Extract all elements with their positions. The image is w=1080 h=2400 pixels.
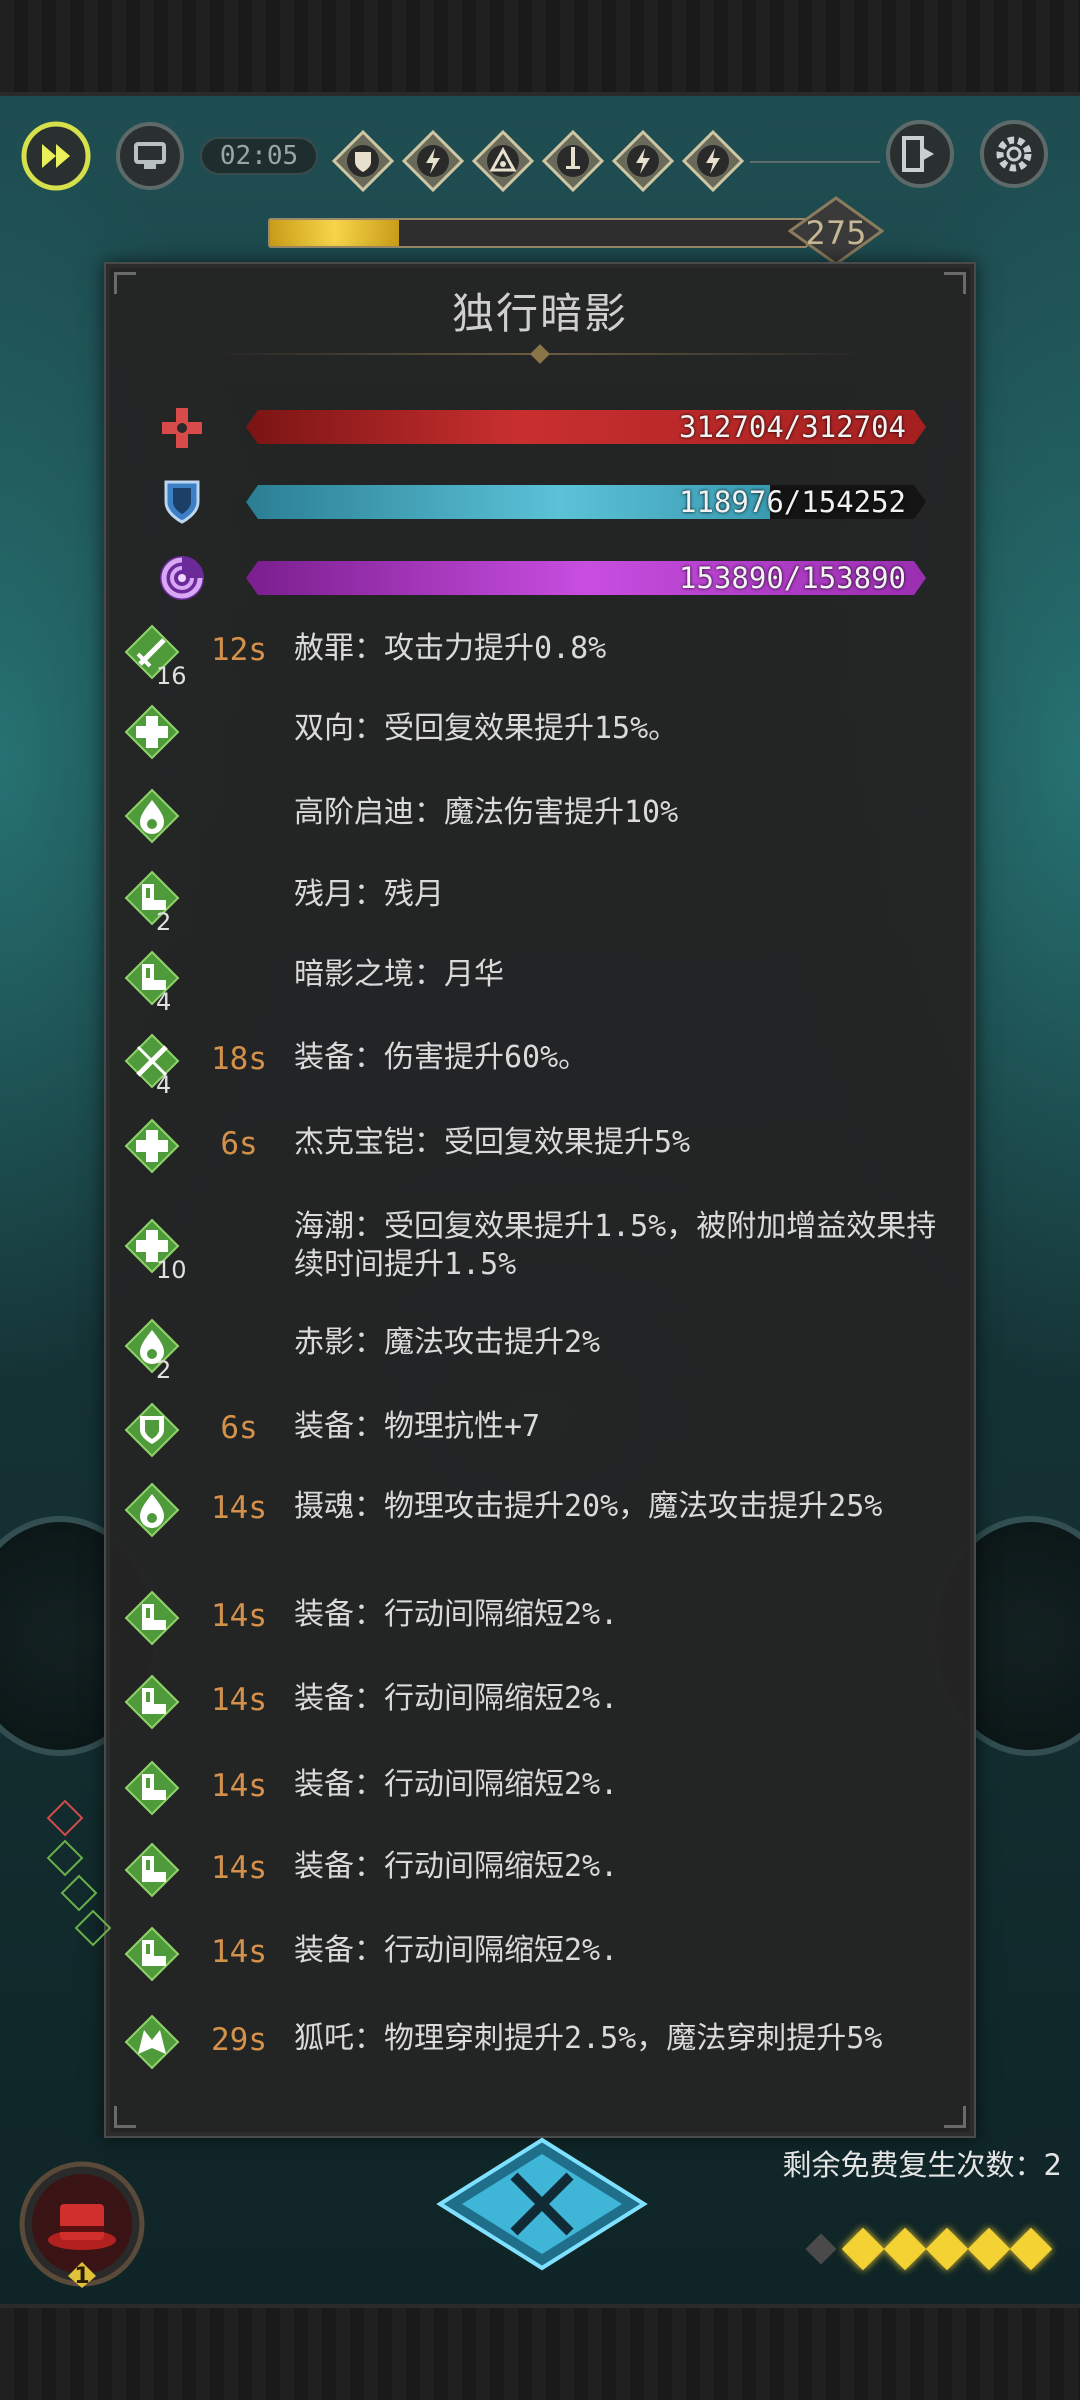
buff-duration: 18s <box>211 1041 267 1077</box>
buff-duration: 14s <box>211 1850 267 1886</box>
exit-button[interactable] <box>884 118 956 190</box>
crossed-swords-close-icon <box>436 2137 648 2271</box>
buff-stack-count: 2 <box>156 1356 172 1384</box>
buff-stack-count: 2 <box>156 908 172 936</box>
buff-description: 赤影：魔法攻击提升2% <box>294 1325 601 1360</box>
boot-buff-icon <box>124 1674 180 1730</box>
buff-duration: 6s <box>220 1410 258 1446</box>
boot-buff-icon <box>124 1590 180 1646</box>
fast-forward-button[interactable] <box>20 120 92 192</box>
eye-rune-icon[interactable] <box>471 129 535 193</box>
lightning-rune-icon[interactable] <box>681 129 745 193</box>
settings-button[interactable] <box>978 118 1050 190</box>
boot-buff-icon <box>124 950 180 1006</box>
boot-buff-icon <box>124 1842 180 1898</box>
buff-description: 高阶启迪：魔法伤害提升10% <box>294 795 679 830</box>
experience-bar <box>268 218 808 248</box>
buff-description: 装备：物理抗性+7 <box>294 1409 541 1444</box>
mana-swirl-icon <box>156 552 208 604</box>
panel-corner <box>114 2106 136 2128</box>
buff-duration: 29s <box>211 2022 267 2058</box>
buff-description: 残月：残月 <box>294 877 444 912</box>
buff-description: 赦罪：攻击力提升0.8% <box>294 631 607 666</box>
health-bar: 312704/312704 <box>246 410 926 444</box>
hero-skill-button[interactable]: 1 <box>16 2158 148 2290</box>
panel-corner <box>944 2106 966 2128</box>
shield-bar: 118976/154252 <box>246 485 926 519</box>
buff-duration: 12s <box>211 632 267 668</box>
gear-icon <box>980 120 1048 188</box>
buff-stack-count: 4 <box>156 988 172 1016</box>
shield-buff-icon <box>124 1402 180 1458</box>
magic-flame-buff-icon <box>124 1318 180 1374</box>
buff-duration: 6s <box>220 1126 258 1162</box>
magic-flame-buff-icon <box>124 788 180 844</box>
panel-title: 独行暗影 <box>451 289 628 338</box>
buff-description: 装备：行动间隔缩短2%. <box>294 1933 619 1968</box>
shield-rune-icon[interactable] <box>331 129 395 193</box>
slash-buff-icon <box>124 1033 180 1089</box>
buff-duration: 14s <box>211 1598 267 1634</box>
boot-buff-icon <box>124 870 180 926</box>
boot-buff-icon <box>124 1760 180 1816</box>
buff-description: 狐吒：物理穿刺提升2.5%，魔法穿刺提升5% <box>294 2021 883 2056</box>
buff-duration: 14s <box>211 1768 267 1804</box>
skill-badge-count: 1 <box>74 2264 90 2289</box>
buff-duration: 14s <box>211 1934 267 1970</box>
buff-stack-count: 16 <box>156 662 187 690</box>
health-cross-icon <box>156 402 208 454</box>
level-number: 275 <box>805 214 867 252</box>
buff-description: 装备：行动间隔缩短2%. <box>294 1849 619 1884</box>
monitor-icon <box>116 122 184 190</box>
buff-stack-count: 10 <box>156 1256 187 1284</box>
buff-description: 装备：伤害提升60%。 <box>294 1040 589 1075</box>
buff-description: 装备：行动间隔缩短2%. <box>294 1597 619 1632</box>
buff-stack-count: 4 <box>156 1071 172 1099</box>
hud-divider <box>750 161 880 163</box>
battle-timer: 02:05 <box>200 137 318 175</box>
sword-rune-icon[interactable] <box>541 129 605 193</box>
shield-icon <box>156 476 208 528</box>
mana-value: 153890/153890 <box>679 561 906 595</box>
top-frame-bar <box>0 0 1080 96</box>
wolf-buff-icon <box>124 2014 180 2070</box>
free-revive-count: 剩余免费复生次数：2 <box>782 2148 1062 2182</box>
buff-description: 海潮：受回复效果提升1.5%，被附加增益效果持续时间提升1.5% <box>294 1209 937 1282</box>
mana-bar: 153890/153890 <box>246 561 926 595</box>
buff-description: 杰克宝铠：受回复效果提升5% <box>294 1125 691 1160</box>
close-button[interactable] <box>436 2136 648 2272</box>
bottom-frame-bar <box>0 2304 1080 2400</box>
health-value: 312704/312704 <box>679 410 906 444</box>
lightning-rune-icon[interactable] <box>401 129 465 193</box>
auto-battle-button[interactable] <box>114 120 186 192</box>
buff-description: 双向：受回复效果提升15%。 <box>294 711 679 746</box>
buff-description: 摄魂：物理攻击提升20%，魔法攻击提升25% <box>294 1489 883 1524</box>
experience-bar-fill <box>270 220 399 246</box>
buff-duration: 14s <box>211 1682 267 1718</box>
lightning-rune-icon[interactable] <box>611 129 675 193</box>
fast-forward-icon <box>21 121 91 191</box>
buff-description: 装备：行动间隔缩短2%. <box>294 1767 619 1802</box>
boot-buff-icon <box>124 1926 180 1982</box>
buff-duration: 14s <box>211 1490 267 1526</box>
buff-description: 暗影之境：月华 <box>294 957 504 992</box>
magic-flame-buff-icon <box>124 1482 180 1538</box>
shield-value: 118976/154252 <box>679 485 906 519</box>
exit-icon <box>886 120 954 188</box>
buff-description: 装备：行动间隔缩短2%. <box>294 1681 619 1716</box>
heal-cross-buff-icon <box>124 704 180 760</box>
heal-cross-buff-icon <box>124 1118 180 1174</box>
